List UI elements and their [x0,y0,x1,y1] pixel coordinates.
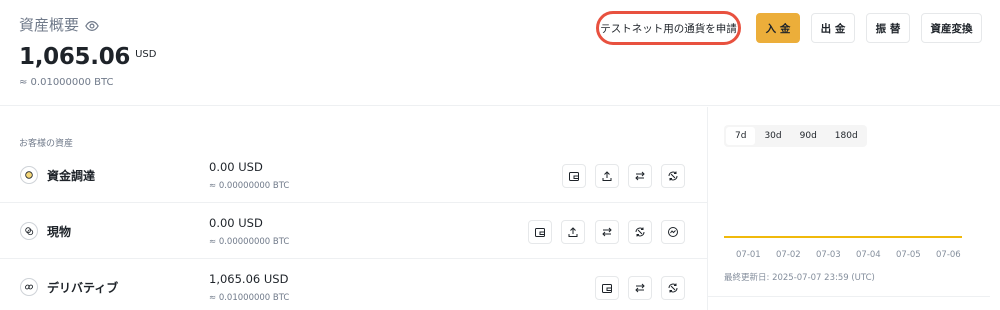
derivatives-icon [20,278,38,296]
page-title: 資産概要 [19,16,80,34]
asset-overview-header: 資産概要 1,065.06 USD ≈ 0.01000000 BTC テストネッ… [0,0,1000,106]
asset-name: 資金調達 [47,169,96,183]
tab-90d[interactable]: 90d [791,127,826,145]
x-tick-label: 07-03 [816,250,841,260]
upload-icon[interactable] [561,220,585,244]
eye-icon[interactable] [85,18,99,32]
asset-usd-value: 0.00 USD [209,160,263,174]
x-tick-label: 07-05 [896,250,921,260]
spot-icon [20,222,38,240]
convert-assets-button[interactable]: 資産変換 [921,13,982,43]
tab-7d[interactable]: 7d [726,127,756,145]
convert-icon[interactable] [628,220,652,244]
x-tick-label: 07-02 [776,250,801,260]
request-testnet-currency-button[interactable]: テストネット用の通貨を申請 [596,11,741,45]
asset-row-derivatives: デリバティブ 1,065.06 USD ≈ 0.01000000 BTC [0,259,707,310]
transfer-icon[interactable] [628,276,652,300]
total-balance: 1,065.06 USD [19,44,156,70]
chart-bottom-divider [708,296,990,297]
trade-icon[interactable] [661,220,685,244]
wallet-icon[interactable] [528,220,552,244]
upload-icon[interactable] [595,164,619,188]
range-tabs: 7d 30d 90d 180d [724,125,867,147]
funding-icon [20,166,38,184]
total-unit: USD [135,49,157,60]
x-tick-label: 07-06 [936,250,961,260]
asset-usd-value: 0.00 USD [209,216,263,230]
tab-180d[interactable]: 180d [826,127,867,145]
x-tick-label: 07-04 [856,250,881,260]
panel-divider [707,107,708,310]
asset-usd-value: 1,065.06 USD [209,272,289,286]
asset-name: デリバティブ [47,281,119,295]
transfer-icon[interactable] [628,164,652,188]
asset-btc-value: ≈ 0.01000000 BTC [209,293,290,303]
asset-row-spot: 現物 0.00 USD ≈ 0.00000000 BTC [0,203,707,259]
total-btc-approx: ≈ 0.01000000 BTC [19,77,114,88]
convert-icon[interactable] [661,164,685,188]
transfer-button[interactable]: 振 替 [866,13,910,43]
series-line [724,236,962,238]
tab-30d[interactable]: 30d [755,127,790,145]
wallet-icon[interactable] [562,164,586,188]
convert-icon[interactable] [661,276,685,300]
asset-row-funding: 資金調達 0.00 USD ≈ 0.00000000 BTC [0,147,707,203]
title-row: 資産概要 [19,14,99,35]
deposit-button[interactable]: 入 金 [756,13,800,43]
x-tick-label: 07-01 [736,250,761,260]
transfer-icon[interactable] [595,220,619,244]
total-value: 1,065.06 [19,44,131,70]
asset-btc-value: ≈ 0.00000000 BTC [209,237,290,247]
asset-name: 現物 [47,225,72,239]
last-updated-text: 最終更新日: 2025-07-07 23:59 (UTC) [724,273,875,283]
asset-btc-value: ≈ 0.00000000 BTC [209,181,290,191]
withdraw-button[interactable]: 出 金 [811,13,855,43]
wallet-icon[interactable] [595,276,619,300]
